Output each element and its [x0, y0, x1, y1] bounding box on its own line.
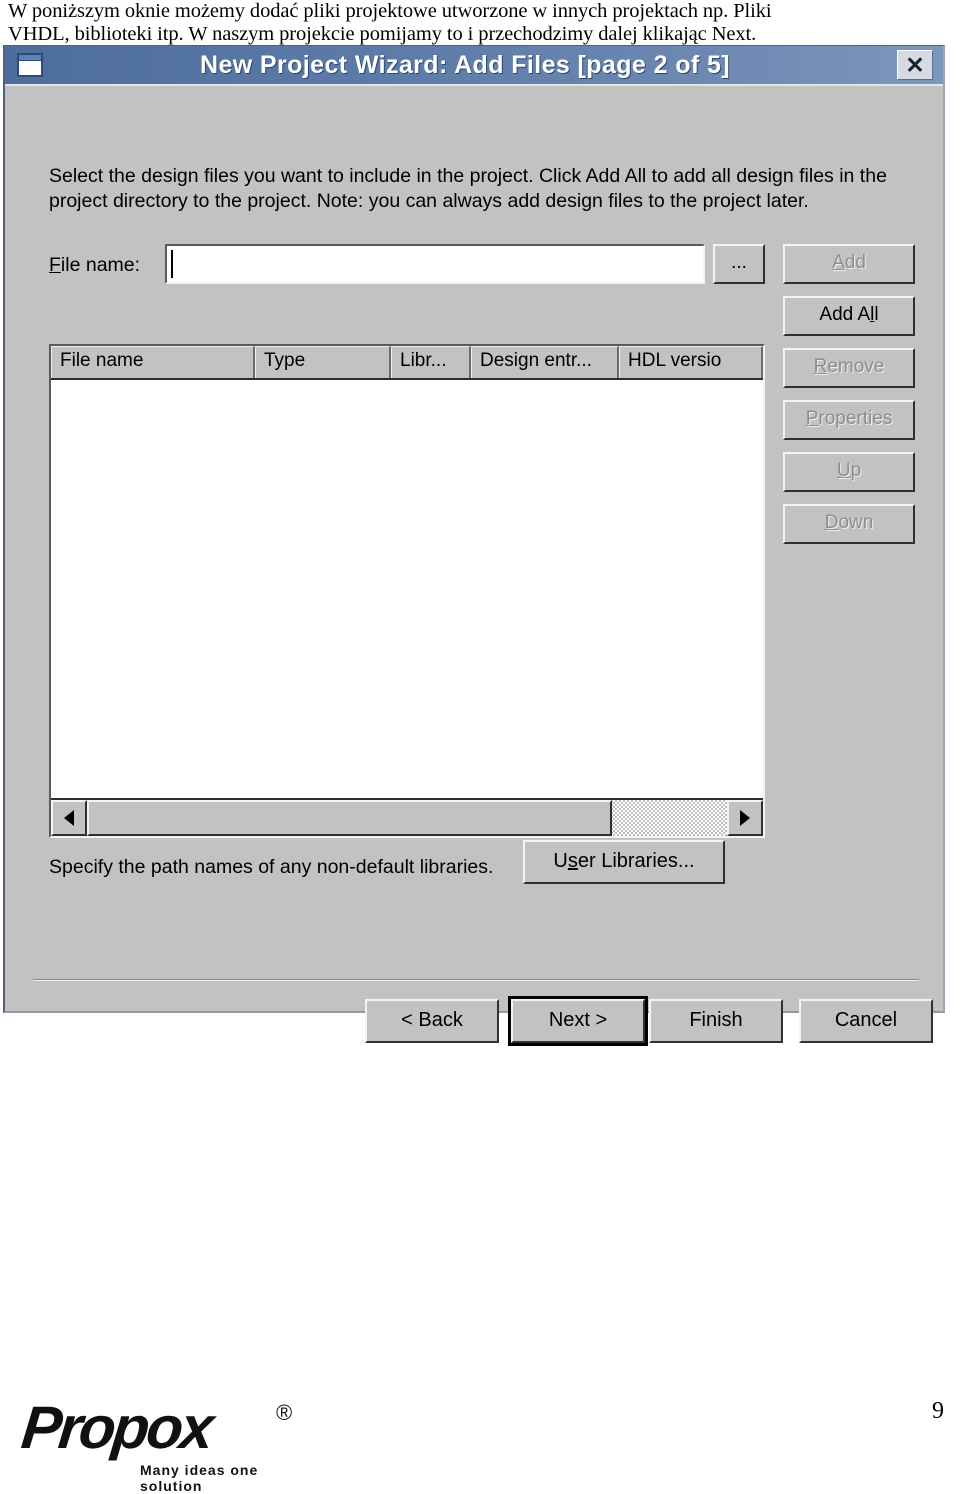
up-button-label: p [850, 460, 862, 481]
user-libraries-hint: Specify the path names of any non-defaul… [49, 856, 494, 878]
instructions-line-1: Select the design files you want to incl… [49, 165, 887, 187]
browse-button[interactable]: ... [713, 244, 765, 284]
properties-button-accel: P [805, 408, 819, 429]
remove-button-accel: R [813, 356, 828, 377]
text-caret [171, 250, 173, 278]
user-libraries-accel: s [567, 849, 578, 872]
column-header-type[interactable]: Type [255, 346, 391, 378]
scroll-left-arrow-icon[interactable] [51, 800, 87, 836]
user-libraries-label-pre: U [553, 849, 568, 872]
user-libraries-button[interactable]: Us er Libraries... [523, 840, 725, 884]
file-name-label-rest: ile name: [60, 254, 141, 276]
file-name-input[interactable] [165, 244, 705, 284]
page-intro-text: W poniższym oknie możemy dodać pliki pro… [8, 0, 952, 46]
listview-header: File name Type Libr... Design entr... HD… [51, 346, 763, 380]
add-button-label: dd [844, 252, 866, 273]
down-button[interactable]: Down [783, 504, 915, 544]
add-button-accel: A [832, 252, 845, 273]
column-header-design-entry[interactable]: Design entr... [471, 346, 619, 378]
down-button-accel: D [824, 512, 839, 533]
next-button[interactable]: Next > [508, 996, 648, 1046]
column-header-file-name[interactable]: File name [51, 346, 255, 378]
triangle-right-icon [740, 810, 750, 826]
close-icon[interactable]: ✕ [897, 50, 933, 80]
remove-button[interactable]: Remove [783, 348, 915, 388]
page-number: 9 [932, 1398, 944, 1424]
logo-wordmark: Propox [18, 1394, 215, 1461]
intro-line-2: VHDL, biblioteki itp. W naszym projekcie… [8, 23, 757, 45]
logo-tagline: Many ideas one solution [140, 1462, 259, 1494]
up-button-accel: U [836, 460, 851, 481]
listview-rows-area[interactable] [51, 380, 763, 798]
add-all-button-label-post: l [874, 304, 879, 325]
instructions-line-2: project directory to the project. Note: … [49, 190, 809, 212]
remove-button-label: emove [827, 356, 885, 377]
new-project-wizard-dialog: New Project Wizard: Add Files [page 2 of… [3, 45, 945, 1046]
column-header-library[interactable]: Libr... [391, 346, 471, 378]
down-button-label: own [838, 512, 874, 533]
cancel-button[interactable]: Cancel [799, 999, 933, 1043]
intro-line-1: W poniższym oknie możemy dodać pliki pro… [8, 0, 772, 22]
add-button[interactable]: Add [783, 244, 915, 284]
horizontal-scrollbar[interactable] [51, 798, 763, 836]
scroll-right-arrow-icon[interactable] [727, 800, 763, 836]
dialog-titlebar[interactable]: New Project Wizard: Add Files [page 2 of… [5, 46, 943, 84]
dialog-body: Select the design files you want to incl… [5, 84, 943, 1046]
back-button[interactable]: < Back [365, 999, 499, 1043]
instructions-text: Select the design files you want to incl… [49, 164, 889, 214]
up-button[interactable]: Up [783, 452, 915, 492]
add-all-button[interactable]: Add All [783, 296, 915, 336]
registered-trademark-icon: ® [276, 1400, 293, 1425]
properties-button-label: roperties [818, 408, 893, 429]
user-libraries-label-post: er Libraries... [577, 849, 695, 872]
footer-divider [33, 979, 919, 981]
triangle-left-icon [64, 810, 74, 826]
properties-button[interactable]: Properties [783, 400, 915, 440]
design-files-listview[interactable]: File name Type Libr... Design entr... HD… [49, 344, 765, 838]
dialog-title: New Project Wizard: Add Files [page 2 of… [199, 51, 731, 79]
add-all-button-label-pre: Add A [819, 304, 871, 325]
window-document-icon [17, 53, 43, 77]
file-name-label: File name: [49, 254, 140, 277]
column-header-hdl-version[interactable]: HDL versio [619, 346, 763, 378]
propox-logo: Propox ® Many ideas one solution [18, 1394, 308, 1494]
finish-button[interactable]: Finish [649, 999, 783, 1043]
scrollbar-track[interactable] [87, 800, 727, 836]
scrollbar-thumb[interactable] [87, 800, 612, 836]
file-name-label-accel: F [49, 254, 61, 276]
